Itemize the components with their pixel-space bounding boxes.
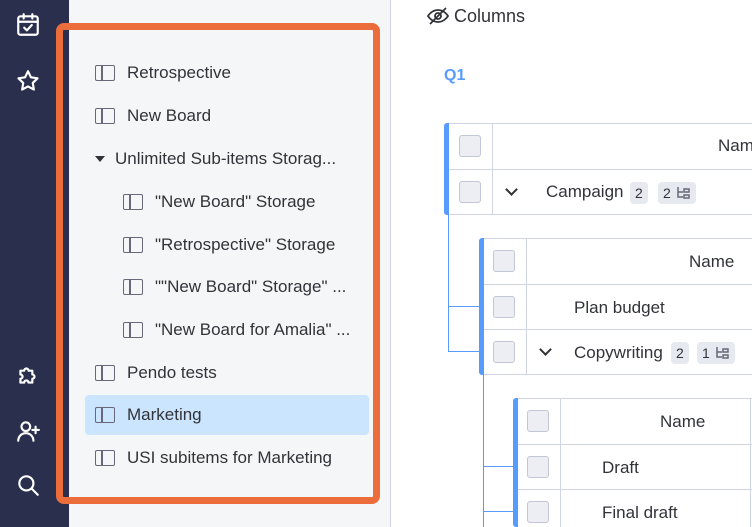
divider: [492, 123, 493, 215]
item-name-copywriting[interactable]: Copywriting: [574, 343, 663, 363]
sidebar-item-usi-subitems-marketing[interactable]: USI subitems for Marketing: [95, 438, 332, 478]
update-count-badge[interactable]: 2: [630, 182, 648, 204]
sidebar-item-label: ""New Board" Storage" ...: [155, 277, 347, 296]
group-color-bar: [513, 398, 518, 527]
chevron-down-icon[interactable]: [539, 343, 552, 356]
item-name-draft[interactable]: Draft: [602, 458, 639, 478]
tree-connector: [483, 511, 515, 512]
divider: [518, 444, 752, 445]
update-count-badge[interactable]: 2: [671, 342, 689, 364]
boards-sidebar: Retrospective New Board Unlimited Sub-it…: [69, 0, 391, 527]
tree-connector: [448, 351, 480, 352]
sidebar-item-pendo-tests[interactable]: Pendo tests: [95, 353, 217, 393]
divider: [518, 489, 752, 490]
group-title[interactable]: Q1: [444, 67, 465, 85]
sidebar-item-label: "Retrospective" Storage: [155, 235, 336, 254]
sidebar-item-new-board-for-amalia[interactable]: "New Board for Amalia" ...: [123, 310, 350, 350]
column-header-name[interactable]: Name: [689, 252, 734, 272]
tree-connector: [448, 215, 449, 352]
board-icon: [95, 108, 115, 124]
board-icon: [123, 279, 143, 295]
board-icon: [95, 407, 115, 423]
column-header-name[interactable]: Nam: [718, 136, 752, 156]
divider: [449, 214, 752, 215]
puzzle-icon[interactable]: [13, 360, 43, 390]
left-rail: [0, 0, 69, 527]
column-header-name[interactable]: Name: [660, 412, 705, 432]
divider: [750, 398, 751, 527]
tree-connector: [483, 375, 484, 527]
sidebar-item-label: "New Board for Amalia" ...: [155, 320, 351, 339]
divider: [484, 284, 752, 285]
sidebar-folder-unlimited-subitems[interactable]: Unlimited Sub-items Storag...: [95, 139, 336, 179]
subitems-badge[interactable]: 2: [658, 182, 696, 204]
sidebar-item-new-board-storage[interactable]: "New Board" Storage: [123, 182, 315, 222]
select-all-checkbox[interactable]: [493, 250, 515, 272]
star-icon[interactable]: [13, 66, 43, 96]
divider: [449, 169, 752, 170]
group-color-bar: [479, 238, 484, 375]
sidebar-item-new-board[interactable]: New Board: [95, 96, 211, 136]
item-name-final-draft[interactable]: Final draft: [602, 503, 678, 523]
divider: [484, 329, 752, 330]
divider: [526, 238, 527, 375]
eye-off-icon: [426, 7, 450, 25]
columns-button[interactable]: Columns: [426, 4, 525, 28]
sidebar-item-label: "New Board" Storage: [155, 192, 316, 211]
board-icon: [95, 365, 115, 381]
columns-label: Columns: [454, 5, 526, 26]
sidebar-item-label: New Board: [127, 106, 212, 125]
item-name-plan-budget[interactable]: Plan budget: [574, 298, 665, 318]
sidebar-item-label: USI subitems for Marketing: [127, 448, 333, 467]
tree-connector: [448, 306, 480, 307]
sidebar-item-retrospective[interactable]: Retrospective: [95, 53, 231, 93]
select-all-checkbox[interactable]: [527, 410, 549, 432]
subitems-icon: [677, 187, 690, 199]
sidebar-item-marketing[interactable]: Marketing: [85, 395, 369, 435]
row-checkbox[interactable]: [459, 181, 481, 203]
divider: [449, 123, 752, 124]
board-icon: [123, 237, 143, 253]
sidebar-item-new-board-storage-2[interactable]: ""New Board" Storage" ...: [123, 267, 346, 307]
chevron-down-icon[interactable]: [505, 183, 518, 196]
row-checkbox[interactable]: [493, 296, 515, 318]
sidebar-item-label: Marketing: [127, 405, 202, 424]
board-icon: [95, 65, 115, 81]
divider: [560, 398, 561, 527]
divider: [518, 398, 752, 399]
row-checkbox[interactable]: [527, 456, 549, 478]
add-user-icon[interactable]: [13, 416, 43, 446]
select-all-checkbox[interactable]: [459, 135, 481, 157]
subitems-icon: [716, 347, 729, 359]
board-icon: [123, 194, 143, 210]
divider: [484, 374, 752, 375]
subitems-badge[interactable]: 1: [697, 342, 735, 364]
sidebar-item-retrospective-storage[interactable]: "Retrospective" Storage: [123, 225, 335, 265]
tree-connector: [483, 466, 515, 467]
divider: [484, 238, 752, 239]
item-name-campaign[interactable]: Campaign: [546, 182, 624, 202]
sidebar-item-label: Pendo tests: [127, 363, 217, 382]
row-checkbox[interactable]: [493, 341, 515, 363]
sidebar-item-label: Unlimited Sub-items Storag...: [115, 149, 337, 168]
row-checkbox[interactable]: [527, 501, 549, 523]
calendar-check-icon[interactable]: [13, 10, 43, 40]
caret-down-icon[interactable]: [95, 156, 105, 162]
board-icon: [95, 450, 115, 466]
board-main: Columns Q1 Nam Campaign 2 2 Name Plan bu…: [392, 0, 752, 527]
sidebar-item-label: Retrospective: [127, 63, 231, 82]
search-icon[interactable]: [13, 470, 43, 500]
board-icon: [123, 322, 143, 338]
